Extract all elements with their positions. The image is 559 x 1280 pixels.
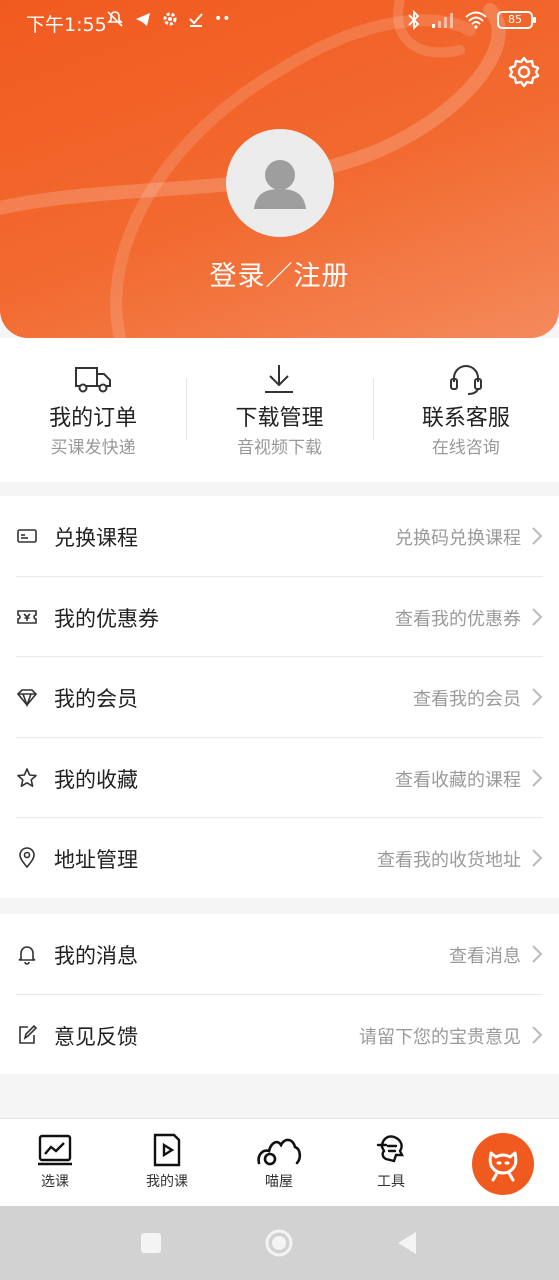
signal-icon (432, 13, 453, 28)
cat-icon (257, 1138, 302, 1166)
nav-tab-select-course[interactable]: 选课 (20, 1133, 90, 1191)
bell-icon (18, 946, 36, 965)
menu-item-redeem-course[interactable]: 兑换课程 兑换码兑换课程 (16, 496, 543, 577)
quick-action-subtitle: 在线咨询 (431, 438, 500, 458)
diamond-icon (16, 689, 38, 708)
quick-action-orders[interactable]: 我的订单 买课发快递 (0, 338, 186, 482)
battery-indicator: 85 (497, 11, 536, 29)
home-icon[interactable] (264, 1228, 294, 1258)
nav-tab-tools[interactable]: 工具 (356, 1133, 426, 1191)
nav-tab-cat-house[interactable]: 喵屋 (244, 1133, 314, 1191)
menu-group-account: 兑换课程 兑换码兑换课程 我的优惠券 查看我的优惠券 我的会员 查看我的会员 我… (0, 496, 559, 898)
chevron-right-icon (532, 527, 543, 545)
menu-item-label: 兑换课程 (54, 526, 138, 550)
menu-item-favorites[interactable]: 我的收藏 查看收藏的课程 (16, 738, 543, 818)
edit-icon (19, 1024, 38, 1044)
settings-gear-icon[interactable] (506, 54, 542, 90)
menu-item-label: 地址管理 (54, 848, 138, 872)
menu-item-hint: 查看我的收货地址 (377, 850, 521, 871)
quick-action-support[interactable]: 联系客服 在线咨询 (372, 338, 559, 482)
truck-icon (75, 367, 112, 393)
chevron-right-icon (532, 607, 543, 626)
menu-item-hint: 查看我的会员 (413, 689, 521, 710)
menu-item-hint: 请留下您的宝贵意见 (359, 1026, 521, 1048)
avatar[interactable] (226, 129, 334, 237)
menu-item-messages[interactable]: 我的消息 查看消息 (16, 914, 543, 995)
nav-tab-label: 工具 (377, 1174, 405, 1190)
menu-item-label: 我的优惠券 (54, 606, 159, 631)
chevron-right-icon (532, 945, 543, 963)
status-bar: 下午1:55 •• 85 (0, 0, 559, 42)
menu-item-label: 意见反馈 (54, 1024, 138, 1049)
login-register-link[interactable]: 登录／注册 (0, 254, 559, 293)
status-notification-icons: •• (106, 10, 231, 28)
quick-action-title: 联系客服 (421, 406, 510, 431)
card-icon (17, 529, 37, 543)
chevron-right-icon (532, 768, 543, 787)
mascot-icon (488, 1151, 518, 1182)
menu-item-addresses[interactable]: 地址管理 查看我的收货地址 (16, 818, 543, 899)
telegram-icon (136, 13, 150, 26)
menu-item-feedback[interactable]: 意见反馈 请留下您的宝贵意见 (16, 995, 543, 1076)
location-icon (19, 847, 35, 869)
chart-icon (38, 1134, 72, 1166)
headset-icon (449, 365, 482, 395)
star-icon (17, 767, 37, 787)
gear-small-icon (163, 12, 177, 26)
status-system-icons: 85 (407, 10, 536, 30)
quick-action-subtitle: 音视频下载 (236, 438, 322, 458)
menu-group-support: 我的消息 查看消息 意见反馈 请留下您的宝贵意见 (0, 914, 559, 1074)
quick-action-title: 我的订单 (49, 406, 138, 431)
nav-tab-label: 我的课 (146, 1174, 188, 1190)
check-icon (189, 13, 203, 27)
wifi-icon (465, 11, 487, 29)
menu-item-label: 我的消息 (54, 944, 138, 968)
menu-item-label: 我的会员 (54, 687, 138, 711)
quick-action-title: 下载管理 (235, 406, 324, 431)
menu-item-coupons[interactable]: 我的优惠券 查看我的优惠券 (16, 577, 543, 657)
profile-header: 下午1:55 •• 85 登录／注册 (0, 0, 559, 338)
nav-tab-label: 喵屋 (265, 1174, 293, 1190)
menu-item-hint: 查看收藏的课程 (395, 769, 521, 791)
quick-action-downloads[interactable]: 下载管理 音视频下载 (186, 338, 372, 482)
quick-actions: 我的订单 买课发快递 下载管理 音视频下载 联系客服 在线咨询 (0, 338, 559, 482)
recent-apps-icon[interactable] (136, 1228, 166, 1258)
nav-profile-button[interactable] (472, 1133, 534, 1195)
menu-item-label: 我的收藏 (54, 767, 138, 792)
bluetooth-icon (408, 10, 420, 30)
tool-icon (376, 1135, 404, 1163)
chevron-right-icon (532, 688, 543, 706)
menu-item-hint: 兑换码兑换课程 (395, 528, 521, 549)
bottom-nav: 选课 我的课 喵屋 工具 (0, 1118, 559, 1206)
coupon-icon (17, 609, 37, 624)
user-placeholder-icon (254, 160, 306, 209)
more-dots-icon: •• (214, 11, 231, 27)
nav-tab-my-courses[interactable]: 我的课 (132, 1133, 202, 1191)
nav-tab-label: 选课 (41, 1174, 69, 1190)
back-icon[interactable] (392, 1228, 422, 1258)
menu-item-hint: 查看消息 (449, 946, 521, 967)
system-nav-bar (0, 1206, 559, 1280)
quick-action-subtitle: 买课发快递 (50, 438, 136, 458)
menu-item-hint: 查看我的优惠券 (395, 608, 521, 630)
mute-icon (107, 11, 123, 27)
play-doc-icon (153, 1133, 181, 1167)
download-icon (265, 365, 294, 393)
chevron-right-icon (532, 1025, 543, 1044)
chevron-right-icon (532, 849, 543, 867)
menu-item-membership[interactable]: 我的会员 查看我的会员 (16, 657, 543, 738)
status-time: 下午1:55 (26, 14, 107, 36)
